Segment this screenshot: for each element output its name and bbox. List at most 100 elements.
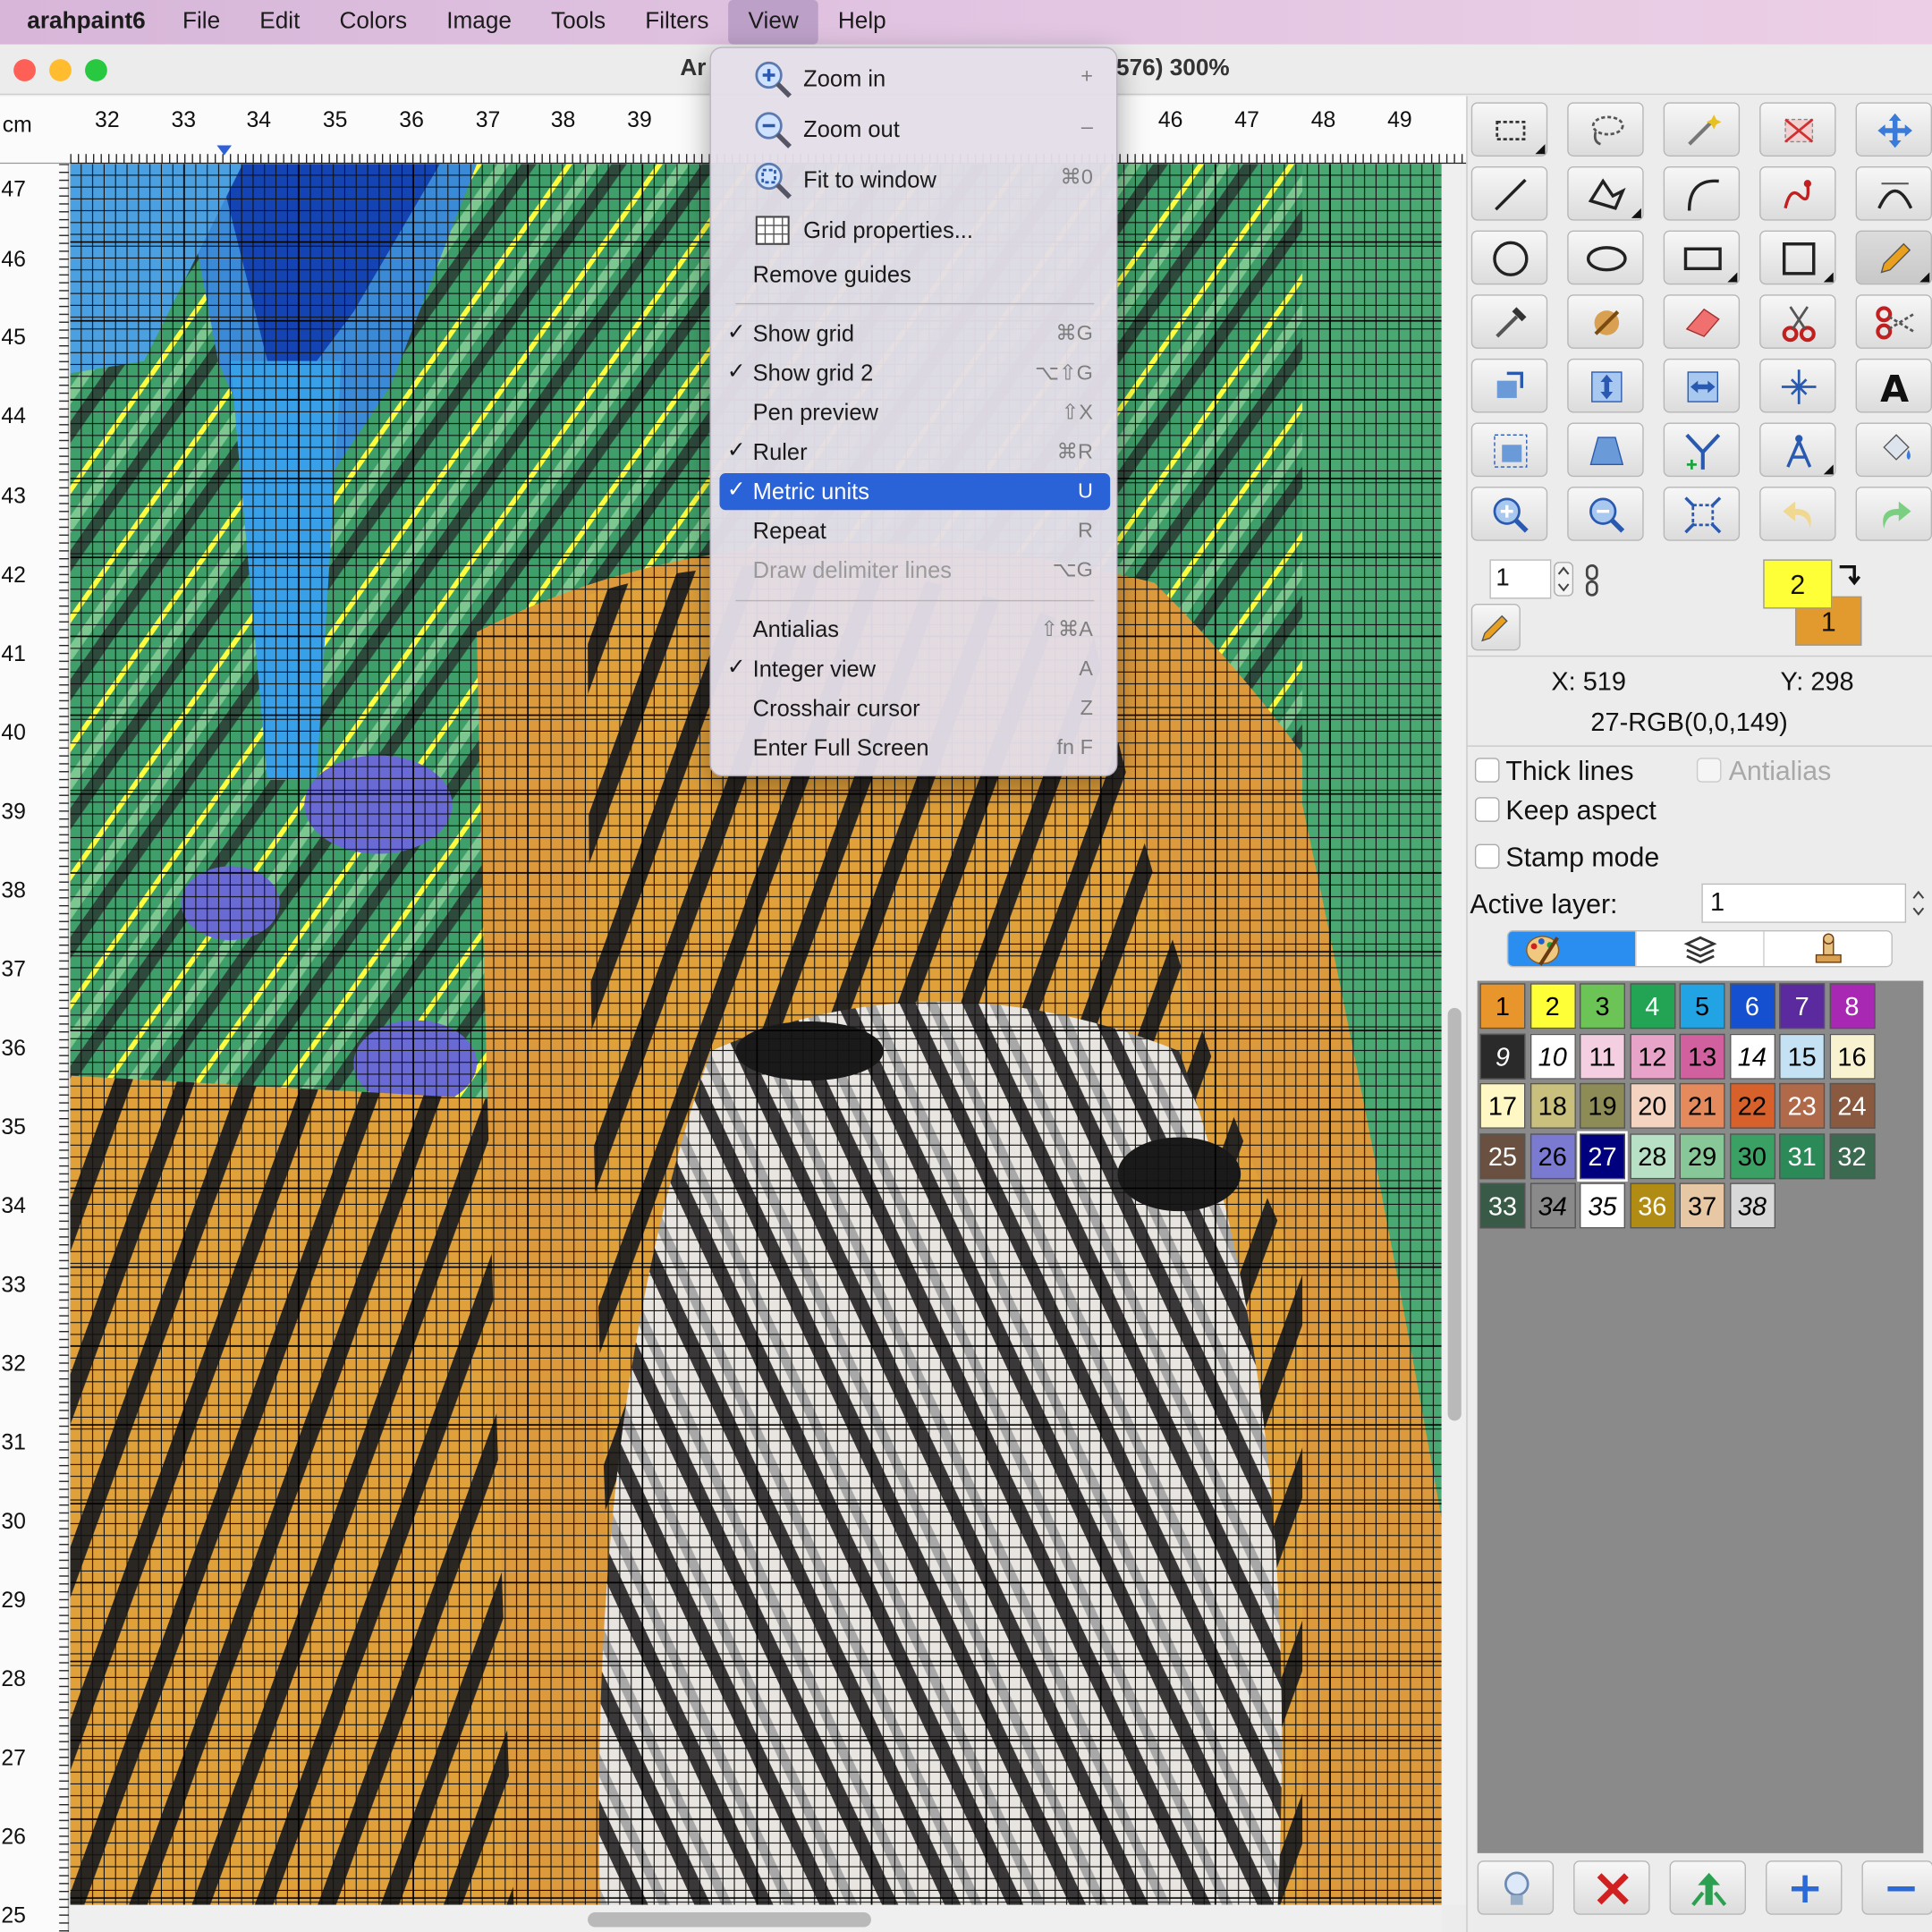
menu-edit[interactable]: Edit bbox=[240, 0, 319, 45]
menu-image[interactable]: Image bbox=[427, 0, 531, 45]
palette-swatch-20[interactable]: 20 bbox=[1629, 1083, 1675, 1130]
palette-swatch-12[interactable]: 12 bbox=[1629, 1033, 1675, 1080]
merge-colors-button[interactable] bbox=[1669, 1860, 1746, 1915]
palette-swatch-22[interactable]: 22 bbox=[1729, 1083, 1775, 1130]
palette-swatch-26[interactable]: 26 bbox=[1530, 1133, 1576, 1180]
palette-swatch-15[interactable]: 15 bbox=[1779, 1033, 1826, 1080]
eraser-tool[interactable] bbox=[1663, 294, 1741, 349]
eyedropper-tool[interactable] bbox=[1470, 294, 1548, 349]
menu-item-fit-to-window[interactable]: Fit to window ⌘0 bbox=[719, 159, 1110, 204]
palette-swatch-21[interactable]: 21 bbox=[1679, 1083, 1725, 1130]
palette-swatch-6[interactable]: 6 bbox=[1729, 983, 1775, 1030]
palette-swatch-2[interactable]: 2 bbox=[1530, 983, 1576, 1030]
tab-layers[interactable] bbox=[1636, 931, 1765, 967]
vertical-scroll-thumb[interactable] bbox=[1447, 1007, 1462, 1421]
menu-item-enter-full-screen[interactable]: Enter Full Screen fn F bbox=[719, 730, 1110, 767]
menu-item-metric-units[interactable]: ✓ Metric units U bbox=[719, 472, 1111, 511]
horizontal-scroll-thumb[interactable] bbox=[588, 1911, 871, 1928]
center-tool[interactable] bbox=[1759, 358, 1836, 413]
palette-swatch-17[interactable]: 17 bbox=[1479, 1083, 1526, 1130]
palette-swatch-9[interactable]: 9 bbox=[1479, 1033, 1526, 1080]
stamp-mode-checkbox[interactable] bbox=[1474, 843, 1500, 869]
swap-colors-icon[interactable] bbox=[1835, 562, 1861, 589]
close-button[interactable] bbox=[13, 59, 36, 81]
palette-swatch-25[interactable]: 25 bbox=[1479, 1133, 1526, 1180]
active-layer-input[interactable]: 1 bbox=[1701, 883, 1907, 923]
add-color-button[interactable] bbox=[1766, 1860, 1843, 1915]
cut-tool[interactable] bbox=[1759, 294, 1836, 349]
tab-palette[interactable] bbox=[1508, 931, 1637, 967]
palette-swatch-28[interactable]: 28 bbox=[1629, 1133, 1675, 1180]
minimize-button[interactable] bbox=[49, 59, 72, 81]
pencil-tool[interactable] bbox=[1855, 230, 1932, 285]
palette-swatch-31[interactable]: 31 bbox=[1779, 1133, 1826, 1180]
palette-swatch-33[interactable]: 33 bbox=[1479, 1182, 1526, 1229]
thick-lines-checkbox[interactable] bbox=[1474, 758, 1500, 783]
crop-tool[interactable] bbox=[1759, 102, 1836, 157]
tab-stamps[interactable] bbox=[1765, 931, 1892, 966]
perspective-tool[interactable] bbox=[1567, 422, 1644, 478]
palette-swatch-10[interactable]: 10 bbox=[1530, 1033, 1576, 1080]
circle-tool[interactable] bbox=[1470, 230, 1548, 285]
palette-swatch-3[interactable]: 3 bbox=[1580, 983, 1625, 1030]
zoom-out-tool[interactable] bbox=[1567, 487, 1644, 541]
cut-copy-tool[interactable] bbox=[1855, 294, 1932, 349]
palette-swatch-23[interactable]: 23 bbox=[1779, 1083, 1826, 1130]
vertical-scrollbar[interactable] bbox=[1441, 164, 1467, 1905]
text-tool[interactable]: A bbox=[1855, 358, 1932, 413]
menu-item-ruler[interactable]: ✓ Ruler ⌘R bbox=[719, 434, 1110, 470]
line-tool[interactable] bbox=[1470, 165, 1548, 221]
pen-size-stepper[interactable] bbox=[1554, 562, 1574, 597]
palette-swatch-34[interactable]: 34 bbox=[1530, 1182, 1576, 1229]
delete-color-button[interactable] bbox=[1573, 1860, 1650, 1915]
flip-vertical-tool[interactable] bbox=[1567, 358, 1644, 413]
resize-tool[interactable] bbox=[1470, 422, 1548, 478]
polyline-tool[interactable] bbox=[1567, 165, 1644, 221]
palette-swatch-13[interactable]: 13 bbox=[1679, 1033, 1725, 1080]
brush-tool[interactable] bbox=[1567, 294, 1644, 349]
foreground-color-swatch[interactable]: 2 bbox=[1763, 559, 1833, 609]
move-tool[interactable] bbox=[1855, 102, 1932, 157]
menu-item-repeat[interactable]: Repeat R bbox=[719, 513, 1110, 549]
menu-help[interactable]: Help bbox=[818, 0, 906, 45]
fit-window-tool[interactable] bbox=[1663, 487, 1741, 541]
palette-swatch-7[interactable]: 7 bbox=[1779, 983, 1826, 1030]
palette-swatch-16[interactable]: 16 bbox=[1828, 1033, 1875, 1080]
palette-swatch-35[interactable]: 35 bbox=[1580, 1182, 1625, 1229]
palette-swatch-37[interactable]: 37 bbox=[1679, 1182, 1725, 1229]
magic-wand-tool[interactable] bbox=[1663, 102, 1741, 157]
transform-tool[interactable] bbox=[1470, 358, 1548, 413]
menu-item-antialias[interactable]: Antialias ⇧⌘A bbox=[719, 611, 1110, 648]
rect-select-tool[interactable] bbox=[1470, 102, 1548, 157]
keep-aspect-checkbox[interactable] bbox=[1474, 797, 1500, 822]
active-layer-stepper[interactable] bbox=[1909, 885, 1928, 921]
menu-colors[interactable]: Colors bbox=[319, 0, 427, 45]
palette-swatch-8[interactable]: 8 bbox=[1828, 983, 1875, 1030]
symmetry-tool[interactable] bbox=[1663, 422, 1741, 478]
compass-tool[interactable] bbox=[1759, 422, 1836, 478]
chain-link-icon[interactable] bbox=[1583, 564, 1600, 597]
horizontal-scrollbar[interactable] bbox=[70, 1904, 1442, 1932]
hint-button[interactable] bbox=[1477, 1860, 1555, 1915]
lasso-tool[interactable] bbox=[1567, 102, 1644, 157]
palette-swatch-29[interactable]: 29 bbox=[1679, 1133, 1725, 1180]
undo-button[interactable] bbox=[1759, 487, 1836, 541]
menu-item-zoom-in[interactable]: Zoom in + bbox=[719, 58, 1110, 103]
menu-file[interactable]: File bbox=[163, 0, 240, 45]
palette-swatch-14[interactable]: 14 bbox=[1729, 1033, 1775, 1080]
palette-swatch-38[interactable]: 38 bbox=[1729, 1182, 1775, 1229]
menu-app[interactable]: arahpaint6 bbox=[0, 0, 163, 45]
fill-tool[interactable] bbox=[1855, 422, 1932, 478]
zoom-button[interactable] bbox=[85, 59, 107, 81]
palette-swatch-4[interactable]: 4 bbox=[1629, 983, 1675, 1030]
curve-tool[interactable] bbox=[1663, 165, 1741, 221]
menu-item-crosshair-cursor[interactable]: Crosshair cursor Z bbox=[719, 690, 1110, 726]
square-tool[interactable] bbox=[1759, 230, 1836, 285]
menu-item-show-grid-2[interactable]: ✓ Show grid 2 ⌥⇧G bbox=[719, 355, 1110, 392]
palette-swatch-24[interactable]: 24 bbox=[1828, 1083, 1875, 1130]
palette-swatch-36[interactable]: 36 bbox=[1629, 1182, 1675, 1229]
vertical-ruler[interactable]: 47 46 45 44 43 42 41 40 39 38 37 36 35 3… bbox=[0, 164, 70, 1932]
menu-item-grid-properties[interactable]: Grid properties... bbox=[719, 209, 1110, 254]
menu-view[interactable]: View bbox=[728, 0, 818, 45]
pen-size-input[interactable]: 1 bbox=[1489, 559, 1552, 599]
